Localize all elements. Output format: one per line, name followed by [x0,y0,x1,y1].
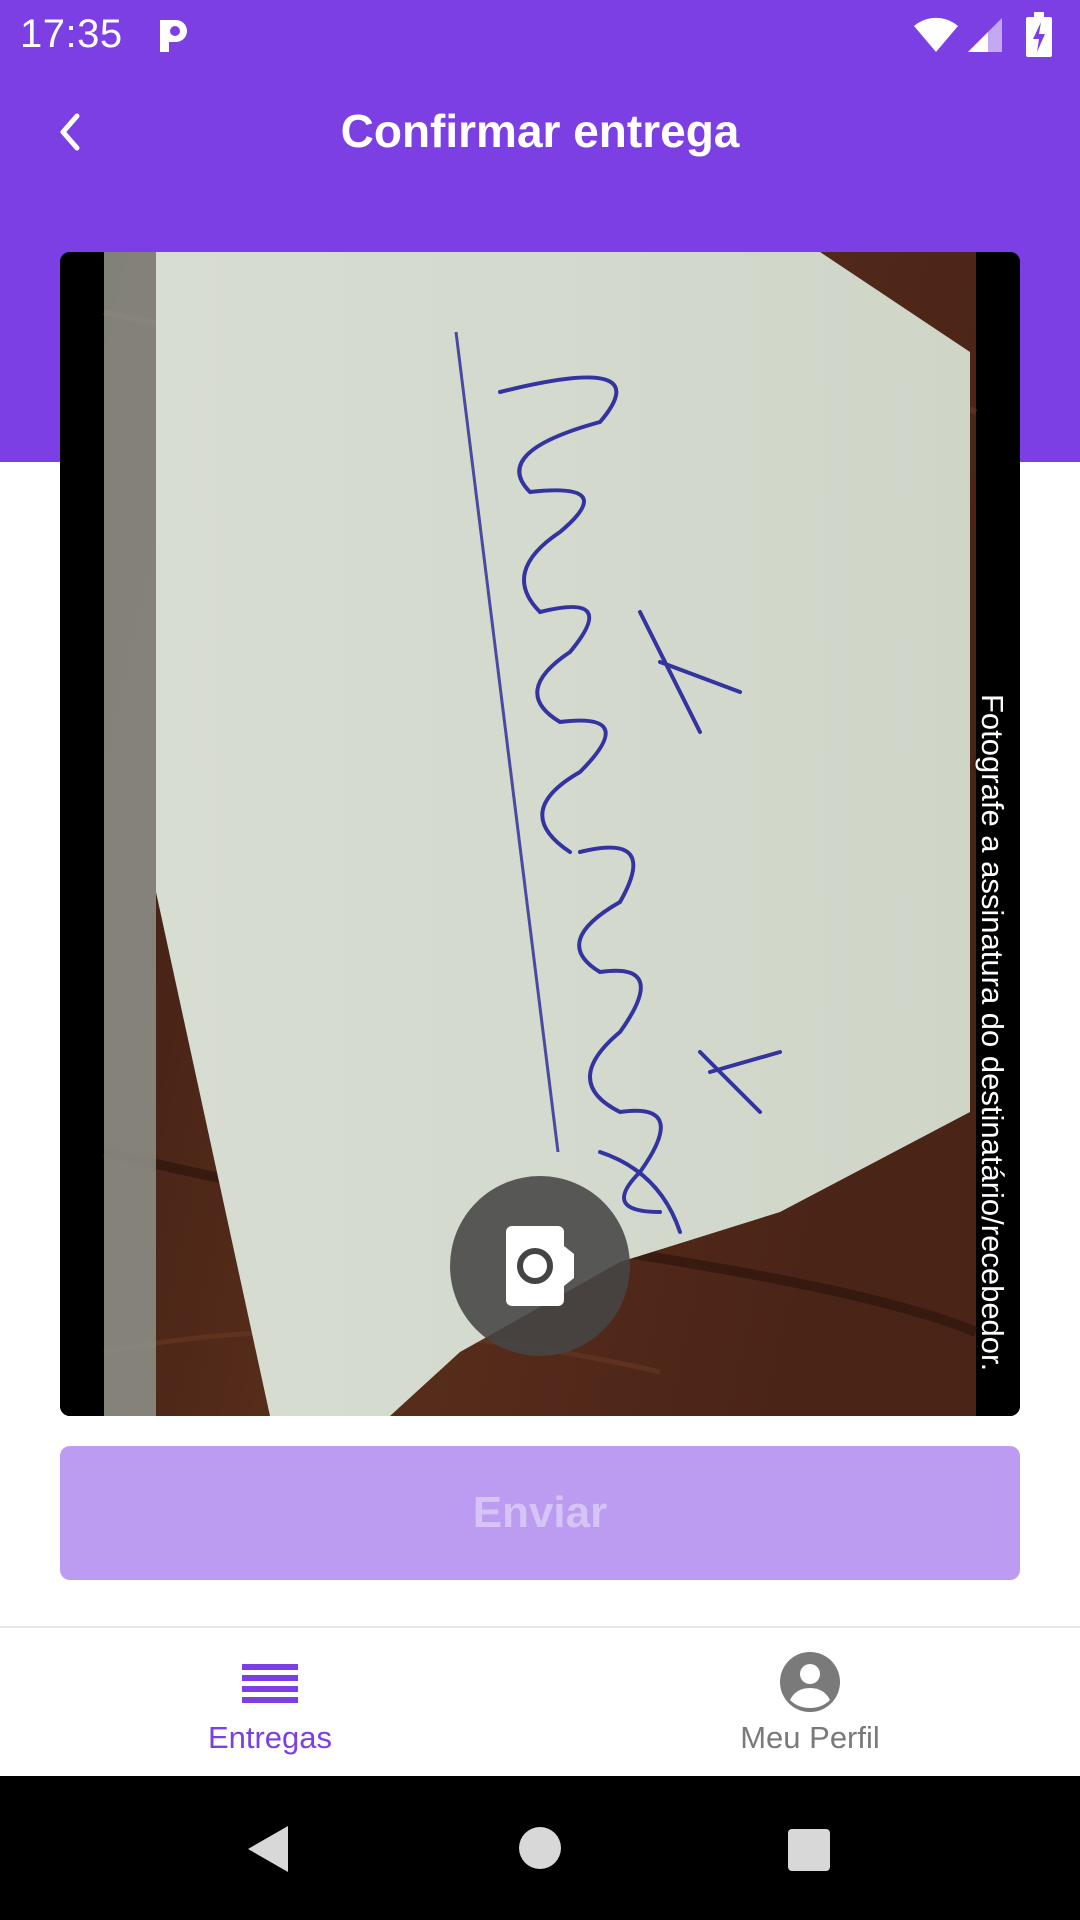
nav-item-meu-perfil[interactable]: Meu Perfil [540,1628,1080,1776]
camera-icon [506,1226,574,1306]
status-bar: 17:35 [0,0,1080,74]
p-notification-icon [160,20,187,52]
send-button[interactable]: Enviar [60,1446,1020,1580]
camera-hint: Fotografe a assinatura do destinatário/r… [975,694,1010,1372]
nav-item-entregas[interactable]: Entregas [0,1628,540,1776]
home-circle-icon[interactable] [518,1826,562,1870]
capture-button[interactable] [450,1176,630,1356]
nav-label-entregas: Entregas [207,1720,333,1755]
system-navigation-bar [0,1776,1080,1920]
list-icon [242,1664,298,1703]
back-triangle-icon[interactable] [244,1824,290,1874]
bottom-navigation: Entregas Meu Perfil [0,1626,1080,1776]
battery-charging-icon [1026,12,1052,57]
wifi-icon [914,17,958,52]
status-time: 17:35 [20,12,123,56]
screen: 17:35 Confirmar entrega Fotografe a assi… [0,0,1080,1920]
signal-icon [968,18,1002,52]
account-circle-icon [780,1652,840,1712]
nav-label-meu-perfil: Meu Perfil [740,1720,880,1755]
page-title: Confirmar entrega [340,105,740,157]
recents-square-icon[interactable] [787,1828,831,1872]
